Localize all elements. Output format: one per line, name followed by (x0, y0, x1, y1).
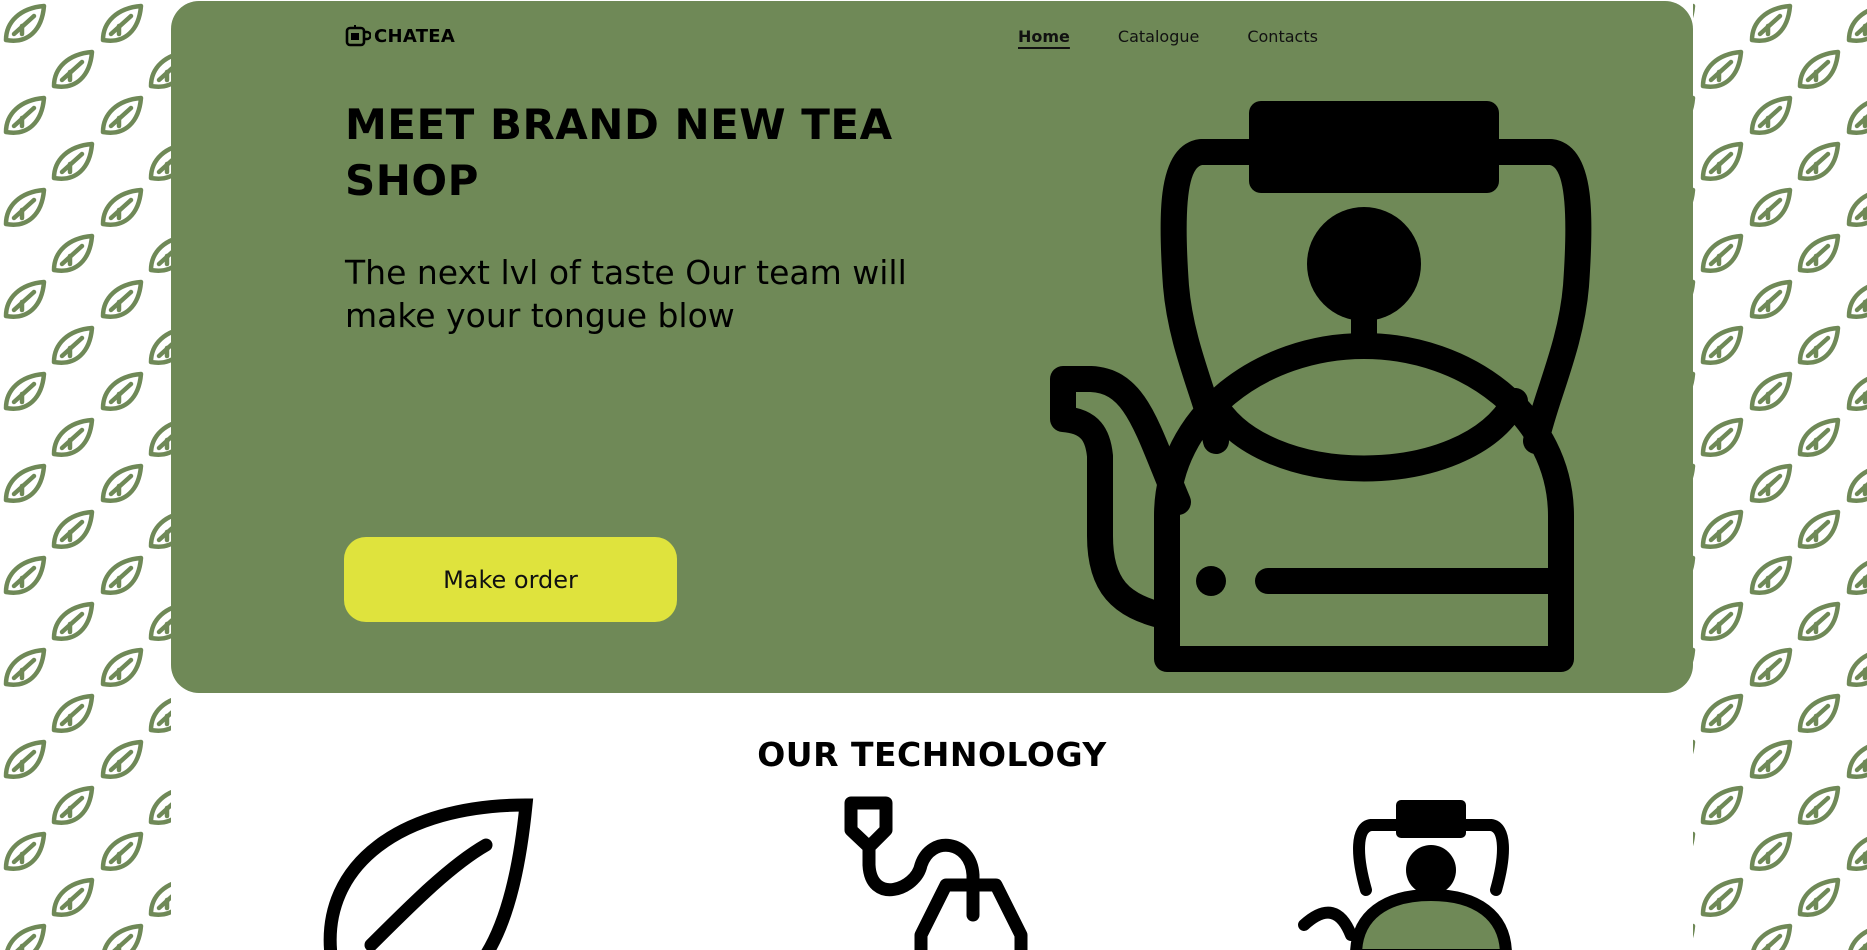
leaf-icon (323, 798, 534, 950)
page-container: CHATEA Home Catalogue Contacts MEET BRAN… (171, 0, 1693, 950)
kettle-icon (1298, 800, 1512, 950)
brand-name: CHATEA (374, 25, 456, 47)
nav-link-catalogue[interactable]: Catalogue (1118, 27, 1199, 46)
technology-section-title: OUR TECHNOLOGY (757, 735, 1107, 774)
hero-section: CHATEA Home Catalogue Contacts MEET BRAN… (171, 1, 1693, 693)
make-order-button[interactable]: Make order (344, 537, 677, 622)
hero-headline: MEET BRAND NEW TEA SHOP (345, 100, 893, 205)
teacup-icon (345, 25, 371, 47)
tea-bag-icon (844, 796, 1028, 950)
nav-link-home[interactable]: Home (1018, 27, 1070, 46)
main-nav: Home Catalogue Contacts (1018, 27, 1318, 46)
brand-logo[interactable]: CHATEA (345, 23, 455, 49)
hero-subheadline: The next lvl of taste Our team will make… (345, 253, 907, 335)
kettle-icon (1050, 101, 1592, 672)
nav-link-contacts[interactable]: Contacts (1247, 27, 1318, 46)
